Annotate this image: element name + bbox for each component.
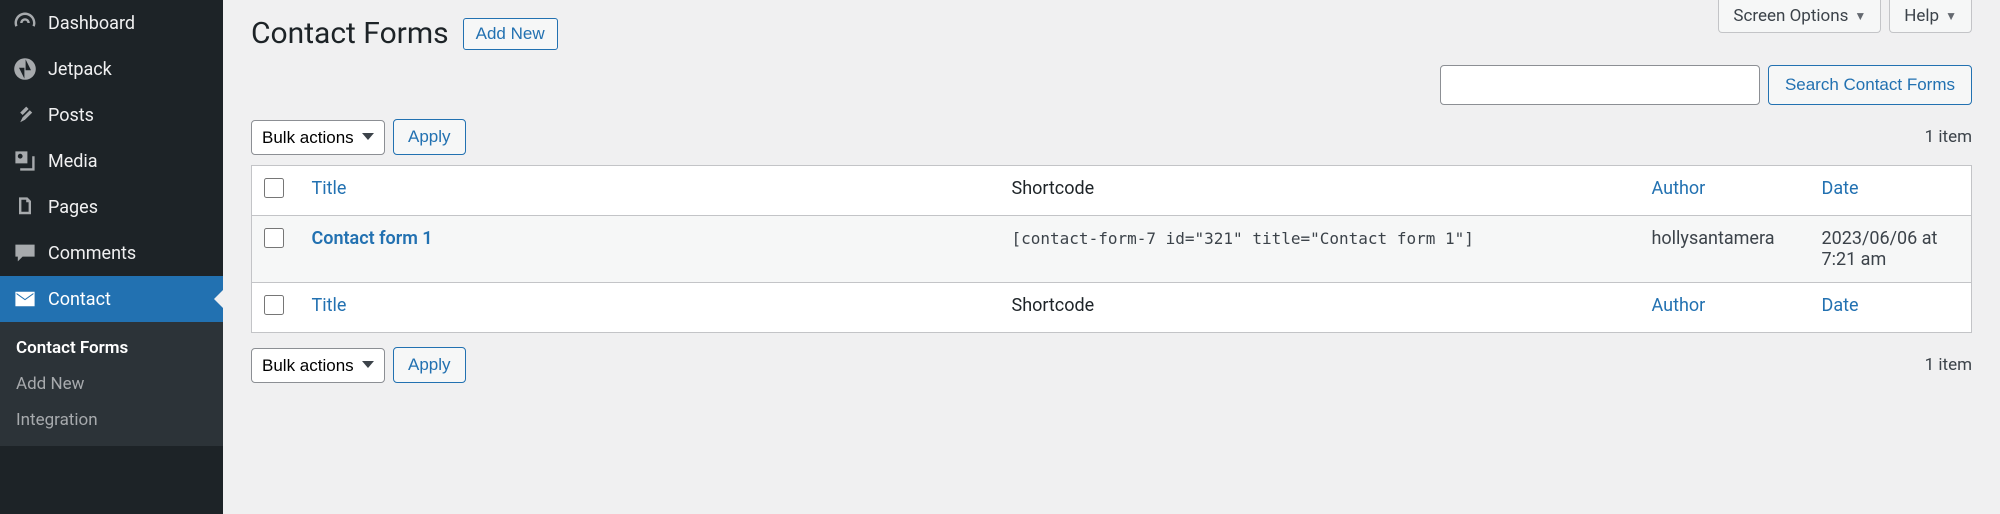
sidebar-item-label: Contact	[48, 289, 111, 310]
dashboard-icon	[12, 10, 38, 36]
column-shortcode-bottom: Shortcode	[1000, 283, 1640, 333]
help-tab[interactable]: Help ▼	[1889, 0, 1972, 33]
comment-icon	[12, 240, 38, 266]
column-author-sort-bottom[interactable]: Author	[1652, 295, 1706, 316]
caret-down-icon: ▼	[1945, 9, 1957, 23]
select-all-checkbox-top[interactable]	[264, 178, 284, 198]
sidebar-subitem-contact-forms[interactable]: Contact Forms	[0, 330, 223, 366]
column-date-sort[interactable]: Date	[1822, 178, 1859, 199]
select-all-checkbox-bottom[interactable]	[264, 295, 284, 315]
item-count-bottom: 1 item	[1925, 355, 1972, 375]
form-title-link[interactable]: Contact form 1	[312, 228, 433, 249]
pages-icon	[12, 194, 38, 220]
sidebar-item-media[interactable]: Media	[0, 138, 223, 184]
bulk-actions-select[interactable]: Bulk actions	[251, 120, 385, 155]
sidebar-item-contact[interactable]: Contact	[0, 276, 223, 322]
sidebar-item-label: Posts	[48, 105, 94, 126]
sidebar-item-label: Jetpack	[48, 59, 112, 80]
pin-icon	[12, 102, 38, 128]
table-row: Contact form 1 hollysantamera 2023/06/06…	[252, 216, 1972, 283]
sidebar-submenu: Contact Forms Add New Integration	[0, 322, 223, 446]
sidebar-item-jetpack[interactable]: Jetpack	[0, 46, 223, 92]
column-shortcode: Shortcode	[1000, 166, 1640, 216]
jetpack-icon	[12, 56, 38, 82]
item-count-top: 1 item	[1925, 127, 1972, 147]
row-date: 2023/06/06 at 7:21 am	[1810, 216, 1972, 283]
sidebar-item-comments[interactable]: Comments	[0, 230, 223, 276]
contact-forms-table: Title Shortcode Author Date Contact form…	[251, 165, 1972, 333]
add-new-button[interactable]: Add New	[463, 18, 558, 50]
sidebar-item-label: Pages	[48, 197, 98, 218]
search-button[interactable]: Search Contact Forms	[1768, 65, 1972, 105]
sidebar-item-label: Comments	[48, 243, 136, 264]
sidebar-item-label: Media	[48, 151, 98, 172]
main-content: Screen Options ▼ Help ▼ Contact Forms Ad…	[223, 0, 2000, 514]
help-label: Help	[1904, 6, 1939, 26]
admin-sidebar: Dashboard Jetpack Posts Media Pages Comm…	[0, 0, 223, 514]
screen-options-tab[interactable]: Screen Options ▼	[1718, 0, 1881, 33]
column-title-sort-bottom[interactable]: Title	[312, 295, 347, 316]
sidebar-item-pages[interactable]: Pages	[0, 184, 223, 230]
screen-options-label: Screen Options	[1733, 6, 1848, 26]
envelope-icon	[12, 286, 38, 312]
sidebar-subitem-integration[interactable]: Integration	[0, 402, 223, 438]
search-input[interactable]	[1440, 65, 1760, 105]
bulk-actions-select-bottom[interactable]: Bulk actions	[251, 348, 385, 383]
column-author-sort[interactable]: Author	[1652, 178, 1706, 199]
shortcode-input[interactable]	[1012, 229, 1502, 248]
column-date-sort-bottom[interactable]: Date	[1822, 295, 1859, 316]
row-author: hollysantamera	[1640, 216, 1810, 283]
apply-button-top[interactable]: Apply	[393, 119, 466, 155]
column-title-sort[interactable]: Title	[312, 178, 347, 199]
sidebar-item-dashboard[interactable]: Dashboard	[0, 0, 223, 46]
sidebar-item-label: Dashboard	[48, 13, 135, 34]
row-checkbox[interactable]	[264, 228, 284, 248]
sidebar-subitem-add-new[interactable]: Add New	[0, 366, 223, 402]
sidebar-item-posts[interactable]: Posts	[0, 92, 223, 138]
page-title: Contact Forms	[251, 16, 449, 51]
apply-button-bottom[interactable]: Apply	[393, 347, 466, 383]
media-icon	[12, 148, 38, 174]
caret-down-icon: ▼	[1854, 9, 1866, 23]
